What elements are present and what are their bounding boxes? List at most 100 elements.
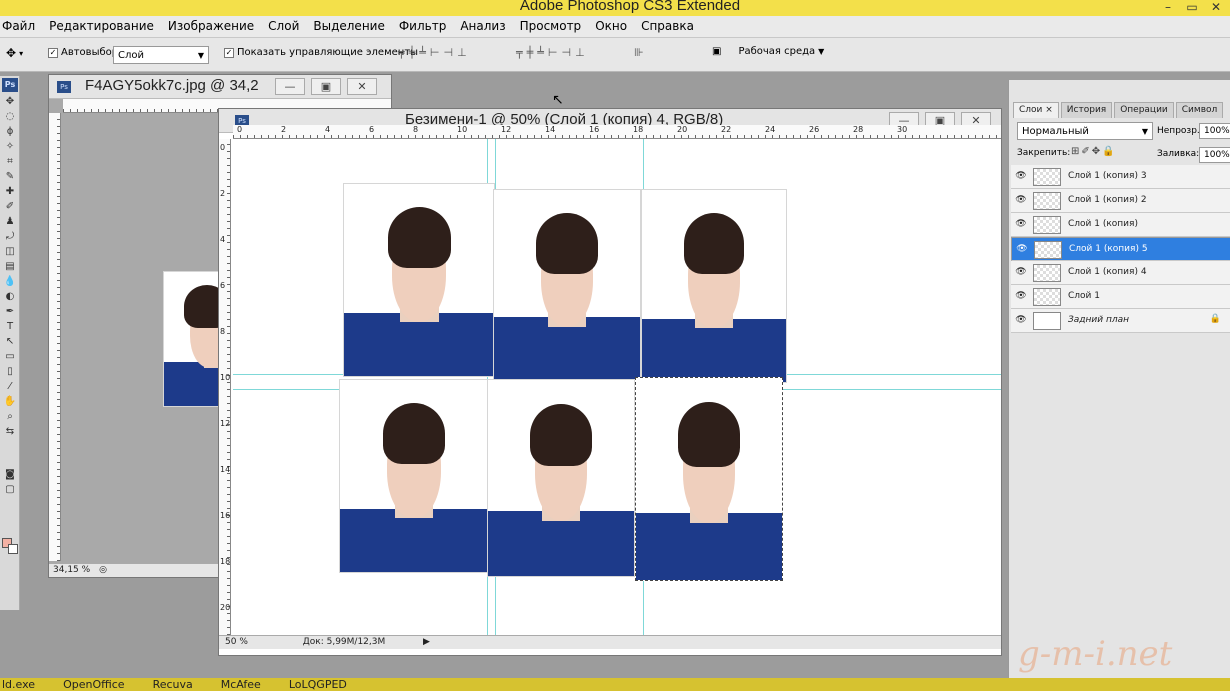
document-size-info: Док: 5,99M/12,3M: [302, 637, 386, 647]
history-brush-icon[interactable]: ⤾: [0, 229, 20, 244]
eraser-tool-icon[interactable]: ◫: [0, 244, 20, 259]
menu-item[interactable]: Фильтр: [399, 16, 446, 36]
dodge-tool-icon[interactable]: ◐: [0, 289, 20, 304]
layer-row[interactable]: 👁 Слой 1 (копия) 4: [1011, 261, 1230, 285]
status-arrow-icon[interactable]: ▶: [423, 636, 430, 649]
layer-row[interactable]: 👁 Слой 1: [1011, 285, 1230, 309]
eye-icon[interactable]: 👁: [1015, 219, 1027, 230]
doc-back-maximize-icon[interactable]: ▣: [311, 78, 341, 95]
auto-align-icon[interactable]: ⊪: [634, 46, 644, 59]
status-menu-icon[interactable]: ◎: [99, 565, 107, 575]
workspace-button[interactable]: ▣ Рабочая среда ▼: [712, 46, 824, 57]
eye-icon[interactable]: 👁: [1015, 315, 1027, 326]
ruler-tick-label: 10: [457, 125, 468, 134]
passport-photo[interactable]: [487, 379, 635, 577]
workspace-label: Рабочая среда: [738, 46, 816, 57]
eyedropper-icon[interactable]: ⁄: [0, 379, 20, 394]
layer-thumbnail: [1033, 264, 1061, 282]
eye-icon[interactable]: 👁: [1015, 195, 1027, 206]
move-tool-icon[interactable]: ✥: [0, 94, 20, 109]
ruler-tick-label: 8: [413, 125, 419, 134]
magic-wand-icon[interactable]: ✧: [0, 139, 20, 154]
panel-tab[interactable]: Символ: [1175, 102, 1224, 118]
eye-icon[interactable]: 👁: [1016, 244, 1028, 255]
menu-item[interactable]: Файл: [2, 16, 35, 36]
panel-tab[interactable]: Операции: [1114, 102, 1174, 118]
swap-colors-icon[interactable]: ⇆: [0, 424, 20, 439]
menu-item[interactable]: Слой: [268, 16, 299, 36]
menu-item[interactable]: Окно: [595, 16, 627, 36]
taskbar-item[interactable]: LoLQGPED: [289, 678, 347, 691]
passport-photo[interactable]: [493, 189, 641, 381]
ruler-tick-label: 22: [721, 125, 732, 134]
ruler-tick-label: 20: [677, 125, 688, 134]
quickmask-icon[interactable]: ◙: [0, 467, 20, 482]
menu-item[interactable]: Выделение: [313, 16, 384, 36]
menu-item[interactable]: Просмотр: [520, 16, 582, 36]
close-icon[interactable]: ✕: [1206, 0, 1226, 14]
panel-tab[interactable]: История: [1060, 102, 1113, 118]
menu-item[interactable]: Изображение: [168, 16, 254, 36]
autoselect-checkbox[interactable]: ✓: [48, 47, 58, 58]
taskbar-item[interactable]: McAfee: [221, 678, 261, 691]
doc-back-close-icon[interactable]: ✕: [347, 78, 377, 95]
menu-item[interactable]: Справка: [641, 16, 694, 36]
document-window-front[interactable]: Ps Безимени-1 @ 50% (Слой 1 (копия) 4, R…: [218, 108, 1002, 656]
show-controls-label: Показать управляющие элементы: [237, 47, 419, 58]
menu-bar: Файл Редактирование Изображение Слой Выделен…: [0, 16, 1230, 38]
panel-tab[interactable]: Слои ×: [1013, 102, 1059, 118]
stamp-tool-icon[interactable]: ♟: [0, 214, 20, 229]
screen-mode-icon[interactable]: ▢: [0, 482, 20, 497]
maximize-icon[interactable]: ▭: [1182, 0, 1202, 14]
move-tool-preset[interactable]: ✥ ▾: [6, 46, 23, 60]
distribute-icons-group[interactable]: ╤ ╪ ╧ ⊢ ⊣ ⊥: [516, 46, 585, 59]
doc-back-minimize-icon[interactable]: —: [275, 78, 305, 95]
eye-icon[interactable]: 👁: [1015, 291, 1027, 302]
brush-tool-icon[interactable]: ✐: [0, 199, 20, 214]
eye-icon[interactable]: 👁: [1015, 267, 1027, 278]
slice-tool-icon[interactable]: ✎: [0, 169, 20, 184]
eye-icon[interactable]: 👁: [1015, 171, 1027, 182]
status-bar-front: 50 % Док: 5,99M/12,3M ▶: [219, 635, 1001, 649]
zoom-tool-icon[interactable]: ⌕: [0, 409, 20, 424]
layer-row[interactable]: 👁 Слой 1 (копия): [1011, 213, 1230, 237]
taskbar-item[interactable]: OpenOffice: [63, 678, 125, 691]
ruler-tick-label: 20: [220, 603, 231, 612]
lasso-tool-icon[interactable]: ϕ: [0, 124, 20, 139]
layer-row[interactable]: 👁 Слой 1 (копия) 3: [1011, 165, 1230, 189]
passport-photo[interactable]: [343, 183, 495, 377]
blend-mode-dropdown[interactable]: Нормальный ▼: [1017, 122, 1153, 140]
type-tool-icon[interactable]: T: [0, 319, 20, 334]
minimize-icon[interactable]: –: [1158, 0, 1178, 14]
passport-photo[interactable]: [635, 377, 783, 581]
autoselect-dropdown[interactable]: Слой ▼: [113, 46, 209, 64]
path-select-icon[interactable]: ↖: [0, 334, 20, 349]
passport-photo[interactable]: [339, 379, 489, 573]
lock-icons[interactable]: ⊞✐✥🔒: [1071, 146, 1117, 157]
blur-tool-icon[interactable]: 💧: [0, 274, 20, 289]
show-controls-checkbox[interactable]: ✓: [224, 47, 234, 58]
align-icons-group[interactable]: ╤ ╪ ╧ ⊢ ⊣ ⊥: [398, 46, 467, 59]
healing-tool-icon[interactable]: ✚: [0, 184, 20, 199]
taskbar-item[interactable]: ld.exe: [2, 678, 35, 691]
opacity-input[interactable]: 100%: [1199, 123, 1230, 139]
layer-row[interactable]: 👁 Слой 1 (копия) 2: [1011, 189, 1230, 213]
menu-item[interactable]: Анализ: [460, 16, 505, 36]
taskbar: ld.exe OpenOffice Recuva McAfee LoLQGPED: [0, 678, 1230, 691]
gradient-tool-icon[interactable]: ▤: [0, 259, 20, 274]
fill-input[interactable]: 100%: [1199, 147, 1230, 163]
hand-tool-icon[interactable]: ✋: [0, 394, 20, 409]
layer-row[interactable]: 👁 Задний план 🔒: [1011, 309, 1230, 333]
marquee-tool-icon[interactable]: ◌: [0, 109, 20, 124]
menu-item[interactable]: Редактирование: [49, 16, 154, 36]
crop-tool-icon[interactable]: ⌗: [0, 154, 20, 169]
pen-tool-icon[interactable]: ✒: [0, 304, 20, 319]
notes-tool-icon[interactable]: ▯: [0, 364, 20, 379]
passport-photo[interactable]: [641, 189, 787, 383]
taskbar-item[interactable]: Recuva: [153, 678, 193, 691]
source-photo: [163, 271, 223, 407]
autoselect-value: Слой: [118, 49, 144, 61]
background-color-swatch[interactable]: [8, 544, 18, 554]
layer-row[interactable]: 👁 Слой 1 (копия) 5: [1011, 237, 1230, 261]
shape-tool-icon[interactable]: ▭: [0, 349, 20, 364]
